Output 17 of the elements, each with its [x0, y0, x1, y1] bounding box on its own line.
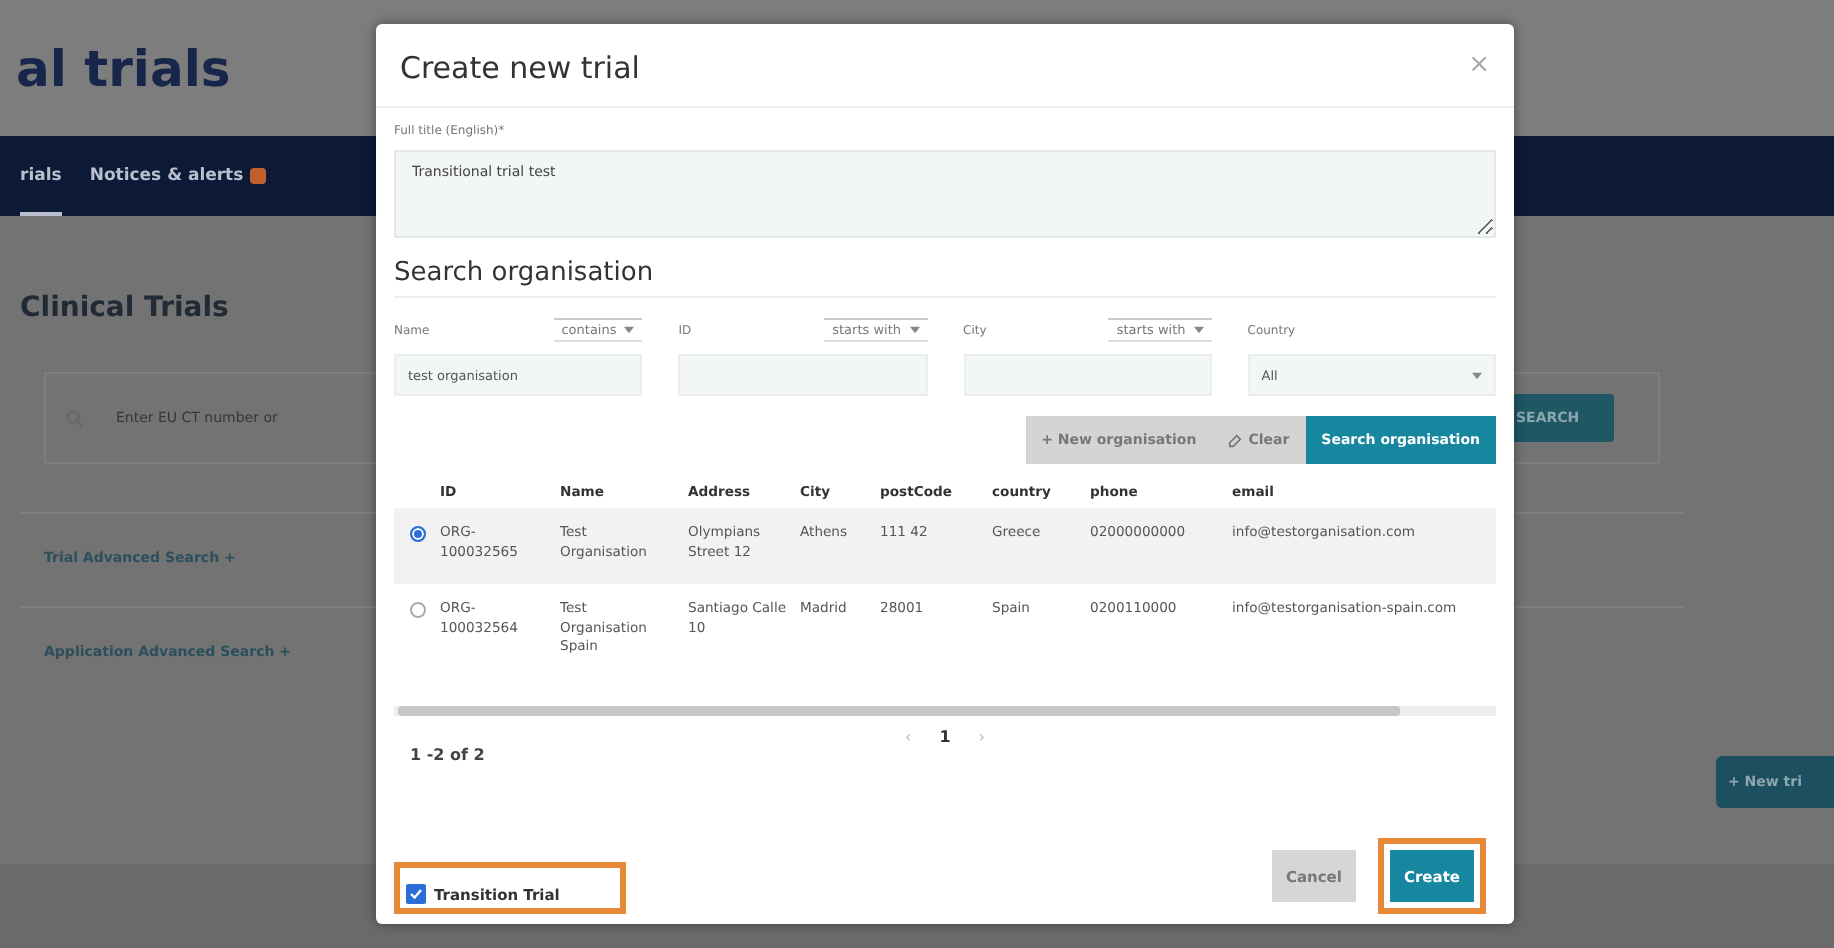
caret-icon [624, 326, 635, 334]
radio-button[interactable] [410, 601, 426, 618]
section-title: Search organisation [394, 258, 1496, 298]
close-button[interactable]: × [1468, 50, 1490, 80]
result-count: 1 -2 of 2 [410, 746, 487, 765]
page-link[interactable]: 1 [939, 728, 951, 747]
eraser-icon [1228, 433, 1243, 447]
dialog-title: Create new trial [400, 50, 640, 86]
nav-tab[interactable]: Notices & alerts [89, 136, 266, 216]
section-heading: Clinical Trials [20, 292, 231, 324]
caret-icon [1472, 371, 1482, 379]
caret-icon [909, 326, 919, 334]
page-title: al trials [16, 39, 231, 97]
caret-icon [1193, 326, 1204, 334]
checkbox[interactable] [406, 884, 426, 904]
scrollbar[interactable] [394, 706, 1496, 717]
radio-button[interactable] [410, 526, 426, 542]
